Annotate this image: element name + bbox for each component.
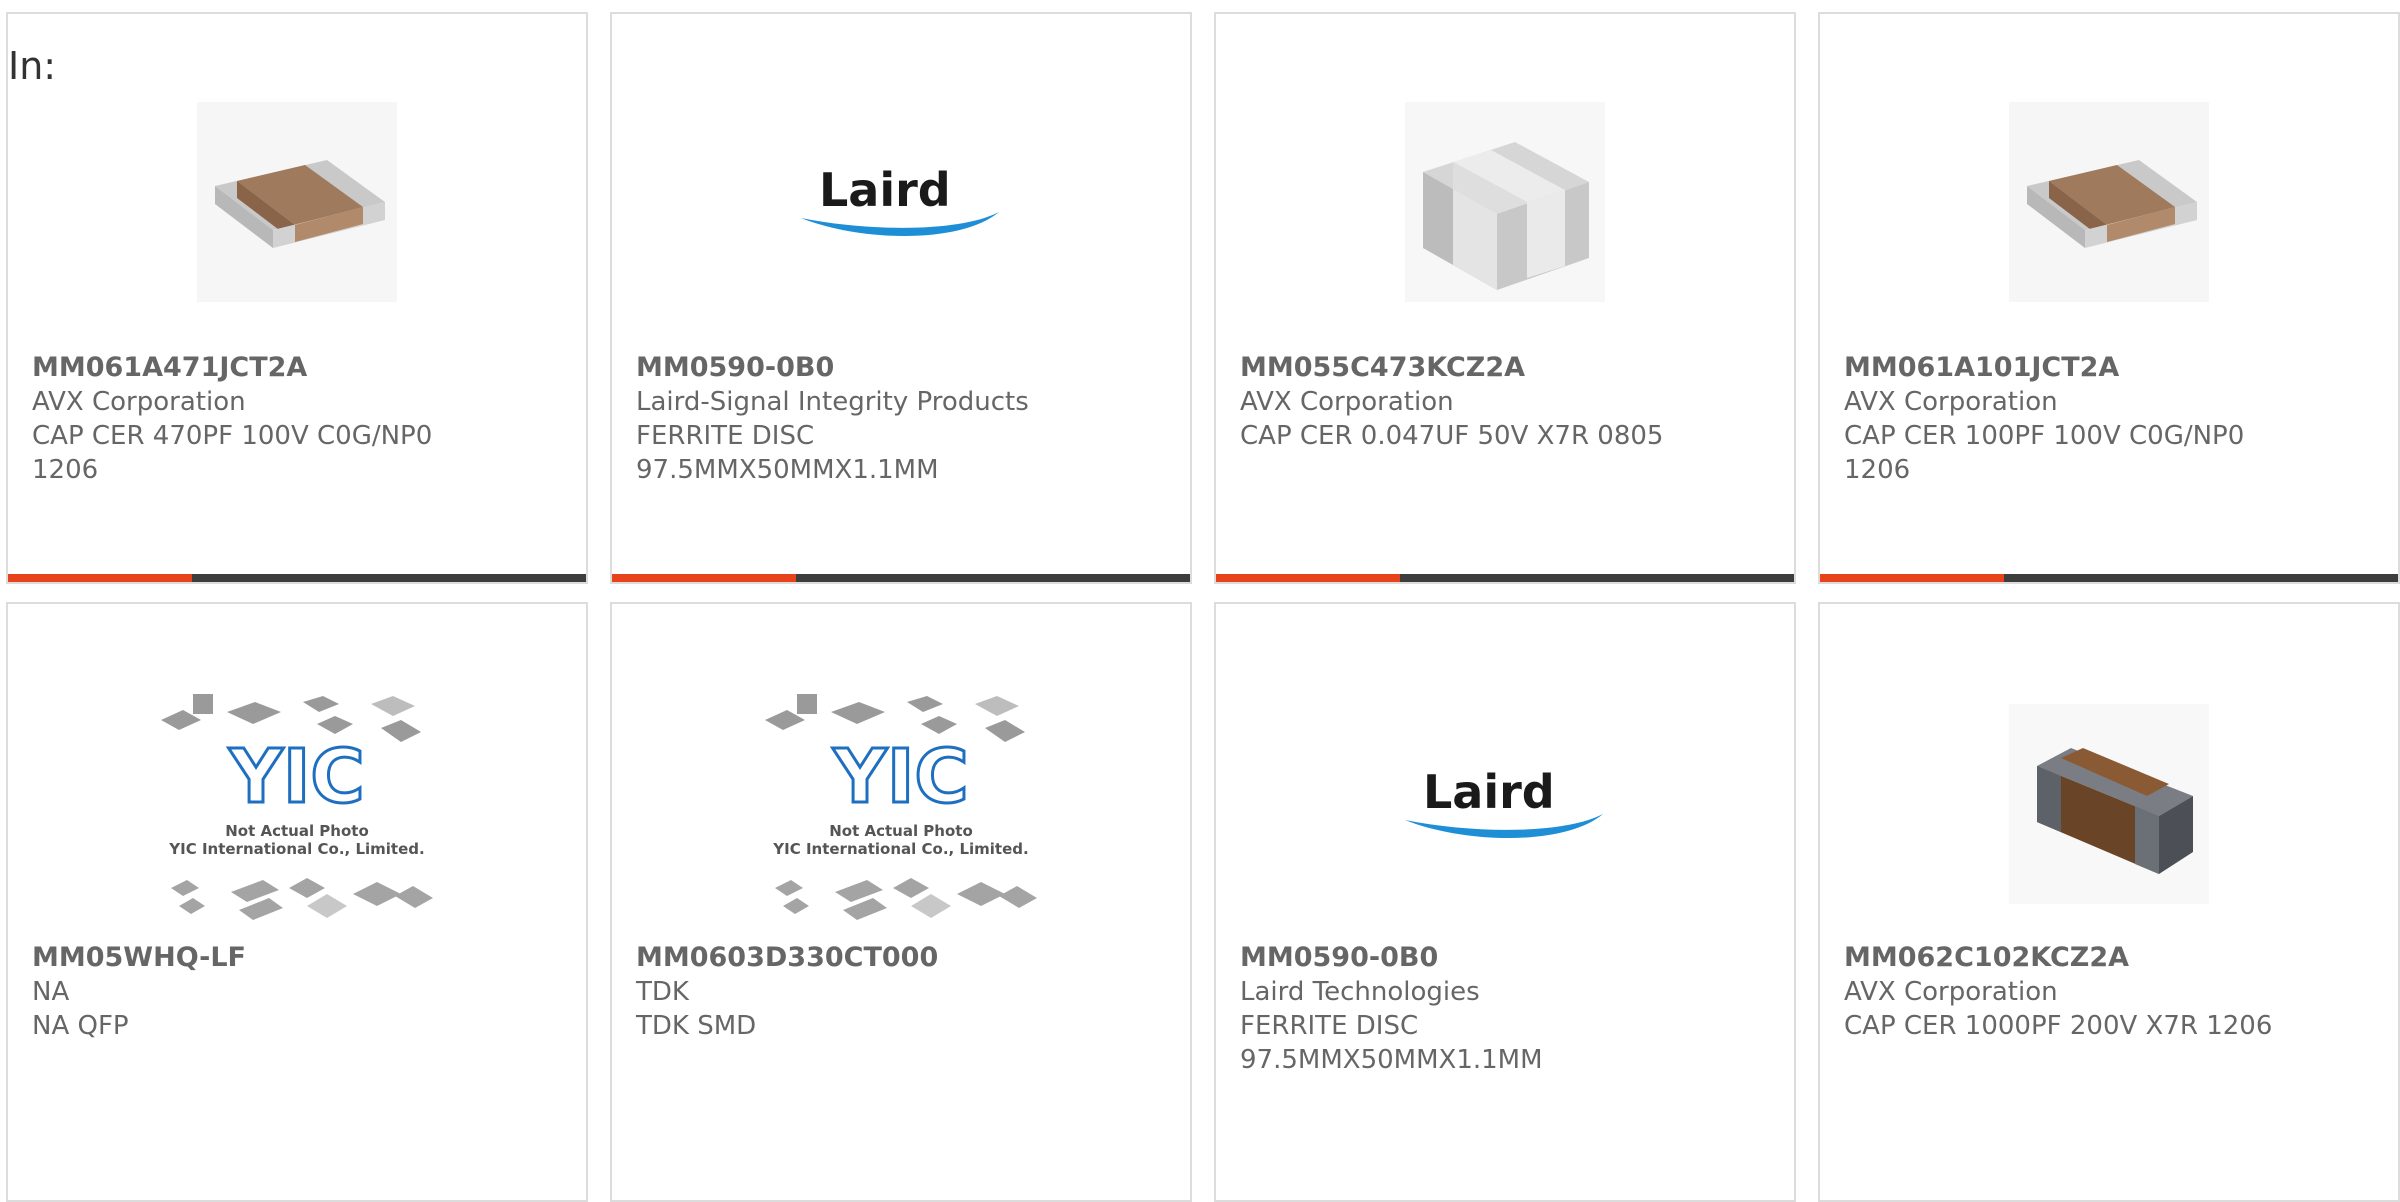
manufacturer: TDK (636, 977, 689, 1007)
description: 97.5MMX50MMX1.1MM (636, 455, 939, 485)
manufacturer: AVX Corporation (1844, 387, 2058, 417)
description: TDK SMD (636, 1011, 757, 1041)
product-image[interactable]: YIC Not Actual Photo YIC International C… (8, 684, 586, 924)
card-bottom-bar (612, 574, 1190, 582)
manufacturer: Laird-Signal Integrity Products (636, 387, 1029, 417)
description: FERRITE DISC (636, 421, 815, 451)
description: CAP CER 470PF 100V C0G/NP0 (32, 421, 433, 451)
product-card[interactable]: Laird MM0590-0B0 Laird Technologies FERR… (1214, 602, 1796, 1202)
description: FERRITE DISC (1240, 1011, 1419, 1041)
yic-logo-text: YIC (832, 734, 968, 820)
product-image[interactable] (1820, 684, 2398, 924)
product-card[interactable]: YIC Not Actual Photo YIC International C… (610, 602, 1192, 1202)
card-bottom-bar (8, 574, 586, 582)
yic-placeholder-image: YIC Not Actual Photo YIC International C… (765, 694, 1037, 920)
laird-logo-text: Laird (819, 163, 951, 217)
product-image[interactable]: Laird (1216, 684, 1794, 924)
yic-caption: Not Actual Photo (829, 822, 973, 840)
yic-logo-text: YIC (228, 734, 364, 820)
card-bottom-bar (1216, 574, 1794, 582)
product-card[interactable]: MM055C473KCZ2A AVX Corporation CAP CER 0… (1214, 12, 1796, 584)
laird-logo: Laird (1405, 765, 1603, 839)
manufacturer: AVX Corporation (1240, 387, 1454, 417)
card-accent-bar (612, 574, 796, 582)
part-number-link[interactable]: MM061A471JCT2A (32, 351, 570, 385)
description: NA QFP (32, 1011, 129, 1041)
yic-caption: YIC International Co., Limited. (772, 840, 1028, 858)
part-number-link[interactable]: MM061A101JCT2A (1844, 351, 2382, 385)
description: 1206 (1844, 455, 1911, 485)
product-image[interactable] (1820, 82, 2398, 322)
yic-caption: YIC International Co., Limited. (168, 840, 424, 858)
product-image[interactable] (8, 82, 586, 322)
yic-placeholder-image: YIC Not Actual Photo YIC International C… (161, 694, 433, 920)
ceramic-capacitor-chip-image (2009, 102, 2209, 302)
description: 97.5MMX50MMX1.1MM (1240, 1045, 1543, 1075)
description: 1206 (32, 455, 99, 485)
ceramic-capacitor-dark-image (2009, 704, 2209, 904)
card-accent-bar (1216, 574, 1400, 582)
product-card[interactable]: MM062C102KCZ2A AVX Corporation CAP CER 1… (1818, 602, 2400, 1202)
product-card[interactable]: MM061A471JCT2A AVX Corporation CAP CER 4… (6, 12, 588, 584)
product-card[interactable]: MM061A101JCT2A AVX Corporation CAP CER 1… (1818, 12, 2400, 584)
part-number-link[interactable]: MM055C473KCZ2A (1240, 351, 1778, 385)
product-image[interactable]: Laird (612, 82, 1190, 322)
ceramic-capacitor-white-image (1405, 102, 1605, 302)
part-number-link[interactable]: MM0590-0B0 (636, 351, 1174, 385)
laird-logo-text: Laird (1423, 765, 1555, 819)
laird-logo: Laird (801, 163, 999, 237)
description: CAP CER 100PF 100V C0G/NP0 (1844, 421, 2245, 451)
yic-caption: Not Actual Photo (225, 822, 369, 840)
in-label: In: (8, 44, 57, 88)
card-accent-bar (1820, 574, 2004, 582)
product-card[interactable]: YIC Not Actual Photo YIC International C… (6, 602, 588, 1202)
part-number-link[interactable]: MM05WHQ-LF (32, 941, 570, 975)
product-image[interactable] (1216, 82, 1794, 322)
part-number-link[interactable]: MM0590-0B0 (1240, 941, 1778, 975)
description: CAP CER 1000PF 200V X7R 1206 (1844, 1011, 2273, 1041)
card-accent-bar (8, 574, 192, 582)
part-number-link[interactable]: MM0603D330CT000 (636, 941, 1174, 975)
description: CAP CER 0.047UF 50V X7R 0805 (1240, 421, 1664, 451)
manufacturer: Laird Technologies (1240, 977, 1480, 1007)
ceramic-capacitor-chip-image (197, 102, 397, 302)
manufacturer: AVX Corporation (1844, 977, 2058, 1007)
manufacturer: AVX Corporation (32, 387, 246, 417)
manufacturer: NA (32, 977, 70, 1007)
product-image[interactable]: YIC Not Actual Photo YIC International C… (612, 684, 1190, 924)
part-number-link[interactable]: MM062C102KCZ2A (1844, 941, 2382, 975)
product-card[interactable]: Laird MM0590-0B0 Laird-Signal Integrity … (610, 12, 1192, 584)
card-bottom-bar (1820, 574, 2398, 582)
